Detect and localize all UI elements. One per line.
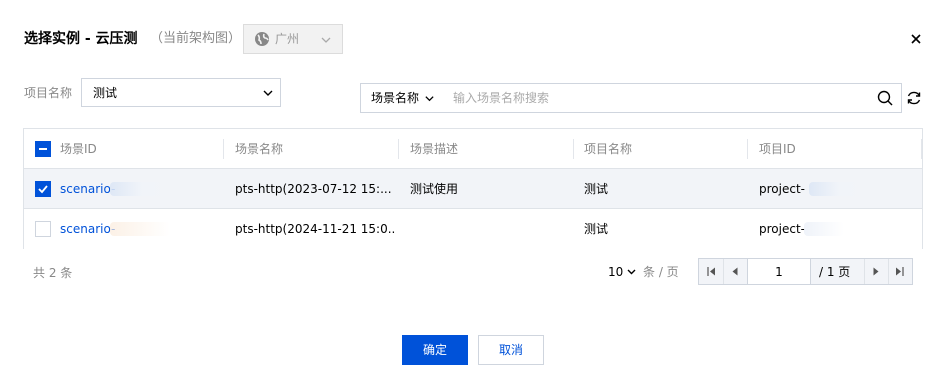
column-header-project-id: 项目ID [759, 142, 796, 156]
last-page-icon[interactable] [888, 259, 912, 284]
column-divider [398, 139, 399, 159]
prev-page-icon[interactable] [723, 259, 747, 284]
chevron-down-icon [321, 37, 331, 43]
total-count: 共 2 条 [33, 266, 73, 280]
redacted-mask [809, 182, 869, 196]
scenario-id-link[interactable]: scenario- [60, 169, 115, 209]
next-page-icon[interactable] [864, 259, 888, 284]
table-header: 场景ID 场景名称 场景描述 项目名称 项目ID [24, 129, 922, 169]
refresh-icon[interactable] [906, 90, 922, 106]
confirm-button[interactable]: 确定 [402, 335, 468, 365]
scenario-table: 场景ID 场景名称 场景描述 项目名称 项目ID scenario- pts-h… [23, 128, 923, 249]
redacted-mask [110, 182, 174, 196]
select-all-checkbox[interactable] [35, 141, 51, 157]
description-cell: 测试使用 [410, 182, 459, 196]
column-header-scenario-id: 场景ID [60, 142, 97, 156]
project-id-cell: project- [759, 222, 805, 236]
column-divider [921, 139, 922, 159]
cancel-button[interactable]: 取消 [478, 335, 544, 365]
page-size-select[interactable]: 10 [608, 264, 623, 280]
globe-icon [255, 32, 269, 46]
chevron-down-icon [425, 96, 434, 102]
arch-label: （当前架构图） [150, 31, 242, 46]
close-icon[interactable] [908, 31, 924, 47]
region-value: 广州 [275, 32, 300, 46]
search-scope-select[interactable]: 场景名称 [360, 83, 442, 113]
page-size-unit: 条 / 页 [643, 265, 679, 279]
row-checkbox[interactable] [35, 181, 51, 197]
pager: / 1 页 [698, 258, 913, 285]
chevron-down-icon[interactable] [626, 266, 637, 277]
column-header-project-name: 项目名称 [584, 142, 633, 156]
scenario-id-link[interactable]: scenario- [60, 209, 115, 249]
column-header-scenario-name: 场景名称 [235, 142, 284, 156]
column-divider [223, 139, 224, 159]
check-icon [38, 185, 48, 194]
column-divider [747, 139, 748, 159]
total-pages: / 1 页 [819, 265, 851, 279]
region-select[interactable]: 广州 [243, 24, 343, 54]
redacted-mask [804, 222, 844, 236]
indeterminate-icon [39, 148, 47, 150]
table-row[interactable]: scenario- pts-http(2023-07-12 15:... 测试使… [24, 169, 922, 209]
project-id-cell: project- [759, 182, 805, 196]
column-divider [573, 139, 574, 159]
table-row[interactable]: scenario- pts-http(2024-11-21 15:0... 测试… [24, 209, 922, 249]
project-name-cell: 测试 [584, 222, 609, 236]
project-select[interactable]: 测试 [81, 78, 281, 107]
project-select-value: 测试 [93, 86, 118, 100]
dialog-header: 选择实例 - 云压测 （当前架构图） 广州 [0, 0, 944, 78]
search-scope-value: 场景名称 [371, 91, 420, 105]
redacted-mask [110, 222, 170, 236]
dialog-title: 选择实例 - 云压测 [24, 31, 138, 47]
search-icon[interactable] [877, 90, 893, 106]
search-input[interactable] [441, 83, 902, 113]
project-filter-label: 项目名称 [24, 86, 73, 100]
column-header-description: 场景描述 [410, 142, 459, 156]
chevron-down-icon [263, 90, 273, 96]
current-page-input[interactable] [747, 258, 811, 285]
first-page-icon[interactable] [699, 259, 723, 284]
scenario-name-cell: pts-http(2023-07-12 15:... [235, 182, 392, 196]
scenario-name-cell: pts-http(2024-11-21 15:0... [235, 222, 395, 236]
project-name-cell: 测试 [584, 182, 609, 196]
row-checkbox[interactable] [35, 221, 51, 237]
